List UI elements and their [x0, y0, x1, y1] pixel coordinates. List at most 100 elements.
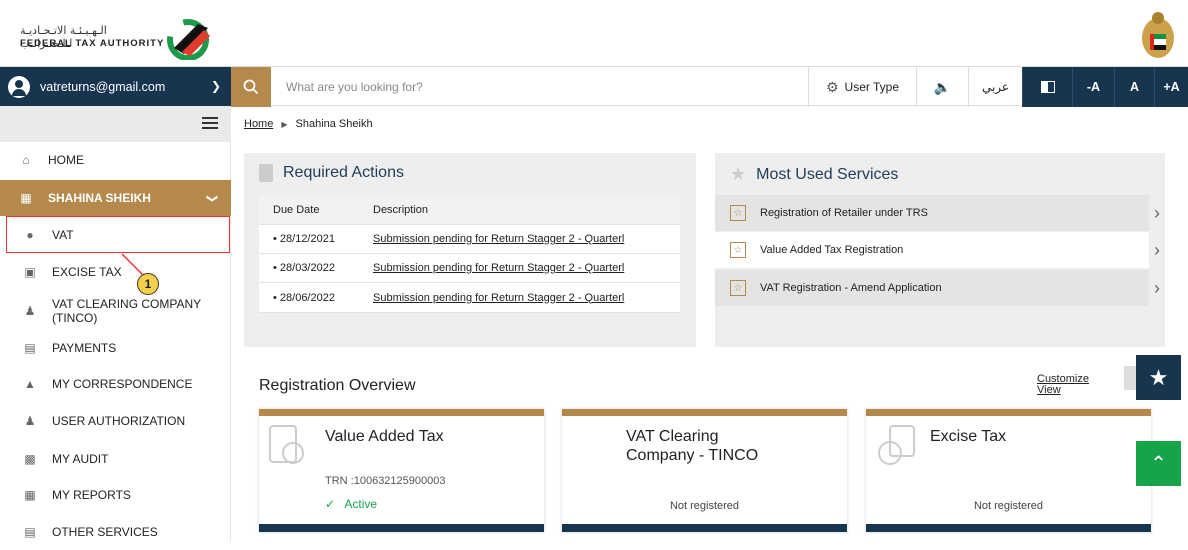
sidebar-item-other-services[interactable]: ▤ OTHER SERVICES [0, 514, 231, 550]
status-badge: ✓ Active [325, 497, 377, 511]
sidebar-item-label: USER AUTHORIZATION [52, 414, 186, 428]
service-item[interactable]: ☆ VAT Registration - Amend Application › [715, 270, 1165, 306]
table-row: • 28/06/2022 Submission pending for Retu… [259, 283, 680, 313]
service-item[interactable]: ☆ Value Added Tax Registration › [715, 232, 1165, 268]
search-icon [243, 79, 259, 95]
service-label: VAT Registration - Amend Application [760, 282, 942, 294]
search-input[interactable] [278, 67, 798, 107]
sidebar-item-label: OTHER SERVICES [52, 525, 158, 539]
top-toolbar: vatreturns@gmail.com ❯ ⚙ User Type 🔈 عرب… [0, 66, 1188, 107]
logo-english-text: FEDERAL TAX AUTHORITY [20, 38, 165, 49]
site-header: الـهـيـئـة الاتـحـاديـة لـلـضـرائـب FEDE… [0, 0, 1188, 66]
search-button[interactable] [231, 67, 271, 107]
sidebar-group-shahina-sheikh[interactable]: ▦ SHAHINA SHEIKH ❯ [0, 180, 231, 216]
user-type-button[interactable]: ⚙ User Type [808, 67, 916, 107]
audit-icon: ▩ [24, 452, 36, 466]
sidebar-item-home[interactable]: ⌂ HOME [0, 142, 231, 178]
vat-card[interactable]: Value Added Tax TRN :100632125900003 ✓ A… [259, 409, 544, 532]
double-chevron-up-icon: ⌃ [1150, 453, 1167, 475]
favorites-button[interactable]: ★ [1136, 355, 1181, 400]
card-title-line2: Company - TINCO [626, 447, 759, 464]
chevron-right-icon: › [1149, 195, 1165, 231]
due-date-cell: • 28/03/2022 [273, 262, 335, 274]
sidebar-item-label: MY REPORTS [52, 488, 131, 502]
sidebar-item-excise-tax[interactable]: ▣ EXCISE TAX [0, 254, 231, 290]
card-top-bar [866, 409, 1151, 416]
sidebar-item-my-audit[interactable]: ▩ MY AUDIT [0, 441, 231, 477]
table-row: • 28/03/2022 Submission pending for Retu… [259, 254, 680, 283]
check-circle-icon: ✓ [325, 497, 336, 511]
account-email: vatreturns@gmail.com [40, 80, 166, 94]
breadcrumb-arrow-icon: ▶ [281, 119, 288, 129]
sidebar-toggle[interactable] [0, 106, 231, 142]
scroll-top-button[interactable]: ⌃ [1136, 441, 1181, 486]
chevron-down-icon: ❯ [210, 79, 221, 93]
sidebar-item-label-2: (TINCO) [52, 311, 98, 325]
description-link[interactable]: Submission pending for Return Stagger 2 … [373, 292, 673, 304]
card-title: Excise Tax [930, 428, 1007, 445]
user-avatar-icon [8, 76, 30, 98]
breadcrumb-current: Shahina Sheikh [295, 118, 373, 130]
breadcrumb-home-link[interactable]: Home [244, 118, 273, 130]
card-bottom-bar [259, 524, 544, 532]
font-increase-button[interactable]: +A [1154, 67, 1188, 107]
speaker-button[interactable]: 🔈 [916, 67, 968, 107]
account-dropdown[interactable]: vatreturns@gmail.com ❯ [0, 67, 231, 107]
star-icon: ★ [1148, 364, 1169, 390]
home-icon: ⌂ [22, 153, 30, 167]
table-header: Due Date Description [259, 196, 680, 225]
most-used-heading: ★ Most Used Services [730, 164, 898, 185]
uae-emblem-icon [1142, 12, 1174, 58]
sidebar-item-tinco[interactable]: ♟ VAT CLEARING COMPANY (TINCO) [0, 291, 231, 331]
fta-logo-icon[interactable] [164, 18, 214, 60]
contrast-icon [1040, 81, 1055, 93]
excise-card[interactable]: Excise Tax Not registered [866, 409, 1151, 532]
highlight-box [6, 216, 230, 253]
sidebar-item-user-authorization[interactable]: ♟ USER AUTHORIZATION [0, 403, 231, 439]
language-toggle[interactable]: عربي [968, 67, 1022, 107]
description-link[interactable]: Submission pending for Return Stagger 2 … [373, 233, 673, 245]
excise-icon: ▣ [24, 265, 36, 279]
sidebar-item-label: EXCISE TAX [52, 265, 122, 279]
card-bottom-bar [562, 524, 847, 532]
chevron-right-icon: › [1149, 232, 1165, 268]
document-icon [269, 425, 304, 464]
users-icon: ♟ [24, 304, 36, 318]
grid-icon: ▦ [20, 191, 32, 205]
breadcrumb: Home ▶ Shahina Sheikh [244, 118, 373, 130]
bank-icon: ▲ [24, 377, 36, 391]
sidebar-item-label: PAYMENTS [52, 341, 117, 355]
sidebar-item-my-correspondence[interactable]: ▲ MY CORRESPONDENCE [0, 366, 231, 402]
star-icon: ☆ [730, 205, 746, 221]
due-date-cell: • 28/12/2021 [273, 233, 335, 245]
required-actions-table: Due Date Description • 28/12/2021 Submis… [259, 196, 680, 313]
font-decrease-button[interactable]: -A [1072, 67, 1114, 107]
status-label: Active [344, 497, 378, 511]
gear-icon: ⚙ [825, 78, 839, 95]
user-type-label: User Type [844, 80, 900, 94]
customize-view-link[interactable]: Customize View [1037, 374, 1107, 396]
description-header: Description [373, 204, 429, 216]
card-title: Value Added Tax [325, 428, 444, 445]
contrast-button[interactable] [1022, 67, 1072, 107]
card-bottom-bar [866, 524, 1151, 532]
service-item[interactable]: ☆ Registration of Retailer under TRS › [715, 195, 1165, 231]
scroll-arrow[interactable] [1124, 366, 1136, 390]
most-used-title: Most Used Services [756, 165, 899, 183]
tinco-card[interactable]: VAT Clearing Company - TINCO Not registe… [562, 409, 847, 532]
description-link[interactable]: Submission pending for Return Stagger 2 … [373, 262, 673, 274]
trn-number: TRN :100632125900003 [325, 475, 446, 487]
font-normal-button[interactable]: A [1114, 67, 1154, 107]
registration-overview-title: Registration Overview [259, 377, 416, 394]
status-label: Not registered [973, 500, 1044, 512]
sidebar-item-label: VAT CLEARING COMPANY [52, 297, 202, 311]
speaker-icon: 🔈 [933, 78, 952, 95]
sidebar-item-my-reports[interactable]: ▦ MY REPORTS [0, 477, 231, 513]
service-label: Value Added Tax Registration [760, 244, 904, 256]
sidebar-item-payments[interactable]: ▤ PAYMENTS [0, 330, 231, 366]
reports-icon: ▦ [24, 488, 36, 502]
sidebar-item-label: MY AUDIT [52, 452, 109, 466]
sidebar-item-label: MY CORRESPONDENCE [52, 377, 193, 391]
users-icon: ♟ [24, 414, 36, 428]
due-date-header: Due Date [273, 204, 320, 216]
